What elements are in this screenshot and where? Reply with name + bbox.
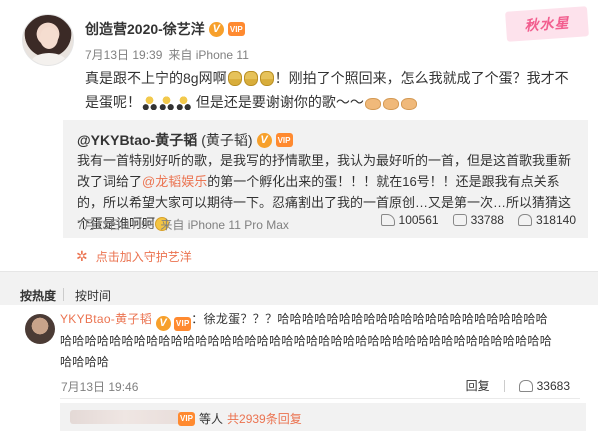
repost-username[interactable]: @YKYBtao-黄子韬 (77, 130, 197, 150)
comment-button[interactable]: 33788 (452, 213, 504, 227)
tab-by-popularity[interactable]: 按热度 (20, 287, 56, 304)
vip-crown-icon: VIP (275, 133, 293, 147)
post-author[interactable]: 创造营2020-徐艺洋 V VIP (85, 19, 245, 39)
repost-source: 来自 iPhone 11 Pro Max (160, 218, 289, 232)
repost-username-suffix: (黄子韬) (201, 132, 253, 148)
repost-card: @YKYBtao-黄子韬 (黄子韬) V VIP 我有一首特别好听的歌，是我写的… (63, 120, 588, 238)
comment-avatar[interactable] (25, 314, 55, 344)
bike-emoji-icon (159, 96, 174, 110)
share-count: 100561 (398, 213, 439, 227)
verified-badge-icon: V (208, 21, 224, 37)
clap-emoji-icon (382, 98, 399, 110)
repost-stats: 100561 33788 318140 (380, 213, 576, 227)
blurred-usernames (70, 410, 180, 424)
replies-summary[interactable]: VIP 等人 共2939条回复 (60, 403, 586, 431)
comment-icon (452, 214, 467, 226)
comment-like-button[interactable]: 33683 (518, 378, 570, 393)
post-username[interactable]: 创造营2020-徐艺洋 (85, 19, 205, 39)
share-button[interactable]: 100561 (380, 213, 439, 227)
like-icon (517, 214, 532, 226)
comment-tabs: 按热度 按时间 (0, 271, 598, 305)
comment-actions: 回复 33683 (466, 377, 570, 394)
avatar-face (40, 27, 58, 49)
post-source: 来自 iPhone 11 (168, 48, 249, 62)
flower-icon: ✲ (76, 248, 88, 264)
replies-line: VIP 等人 共2939条回复 (178, 410, 302, 427)
avatar-shirt (31, 53, 67, 65)
crying-emoji-icon (227, 71, 242, 86)
bike-emoji-icon (176, 96, 191, 110)
repost-date[interactable]: 7月13日 17:53 (77, 216, 154, 233)
comment-date: 7月13日 19:46 (61, 380, 139, 394)
crying-emoji-icon (259, 71, 274, 86)
bike-emoji-icon (142, 96, 157, 110)
post-text-part3: 但是还是要谢谢你的歌～～ (195, 94, 364, 110)
verified-badge-icon: V (155, 316, 171, 331)
clap-emoji-icon (400, 98, 417, 110)
like-count: 318140 (535, 213, 576, 227)
mention-link[interactable]: @龙韬娱乐 (142, 174, 207, 189)
crying-emoji-icon (243, 71, 258, 86)
comment-username[interactable]: YKYBtao-黄子韬 (60, 312, 152, 326)
verified-badge-icon: V (256, 132, 272, 148)
share-icon (380, 214, 395, 226)
tab-by-time[interactable]: 按时间 (75, 287, 111, 304)
post-meta: 7月13日 19:39 来自 iPhone 11 (85, 46, 249, 63)
like-button[interactable]: 318140 (517, 213, 576, 227)
comment-like-count: 33683 (536, 378, 570, 393)
post-date[interactable]: 7月13日 19:39 (85, 46, 162, 63)
vip-crown-icon: VIP (174, 316, 192, 331)
tab-divider (63, 288, 64, 301)
comment-count: 33788 (470, 213, 504, 227)
brand-logo: 秋水星 (505, 6, 589, 42)
like-icon (518, 379, 533, 392)
post-text-part1: 真是跟不上宁的8g网啊 (85, 70, 227, 86)
replies-others: 等人 (199, 412, 224, 426)
clap-emoji-icon (364, 98, 381, 110)
guard-link[interactable]: ✲ 点击加入守护艺洋 (76, 248, 192, 265)
reply-button[interactable]: 回复 (466, 377, 490, 394)
vip-crown-icon: VIP (227, 22, 245, 36)
guard-link-label: 点击加入守护艺洋 (95, 250, 192, 264)
avatar[interactable] (22, 14, 74, 66)
action-divider (503, 379, 505, 392)
repost-meta: 7月13日 17:53 来自 iPhone 11 Pro Max (77, 216, 289, 233)
vip-crown-icon: VIP (178, 411, 195, 426)
divider (60, 398, 580, 399)
post-body: 真是跟不上宁的8g网啊 ！刚拍了个照回来，怎么我就成了个蛋？我才不是蛋呢！ 但是还… (85, 66, 575, 114)
comment-body: YKYBtao-黄子韬 V VIP ：徐龙蛋？？？哈哈哈哈哈哈哈哈哈哈哈哈哈哈哈哈… (60, 309, 560, 373)
replies-total-link[interactable]: 共2939条回复 (227, 410, 302, 427)
repost-author[interactable]: @YKYBtao-黄子韬 (黄子韬) V VIP (77, 130, 293, 150)
